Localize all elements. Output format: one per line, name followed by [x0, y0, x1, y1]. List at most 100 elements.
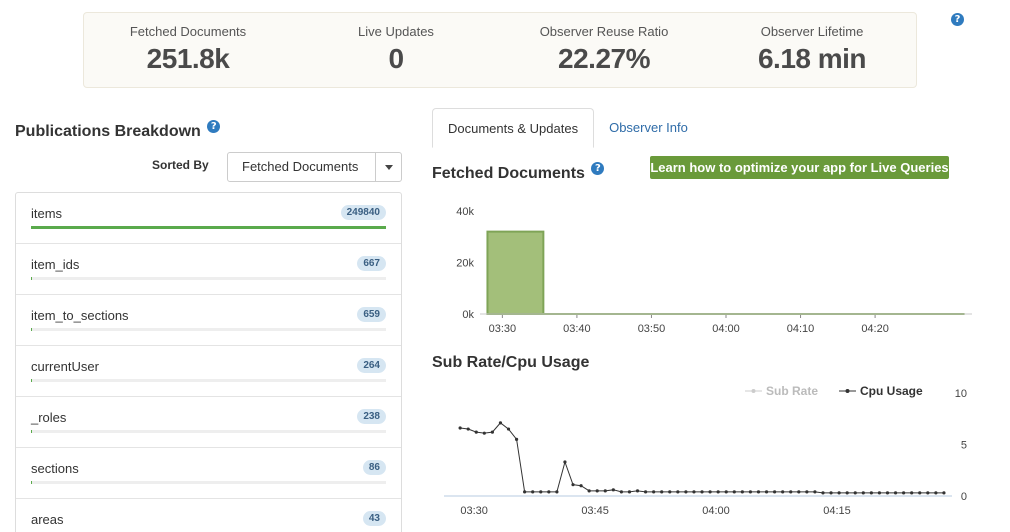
cpu-usage-point — [837, 491, 841, 495]
stat-value: 0 — [388, 43, 404, 74]
y-tick-label: 5 — [961, 440, 967, 452]
cpu-usage-point — [652, 490, 656, 494]
cpu-usage-point — [918, 491, 922, 495]
fetched-documents-title-text: Fetched Documents — [432, 165, 585, 182]
publication-row[interactable]: sections 86 — [16, 448, 401, 499]
stat-label: Observer Lifetime — [760, 24, 864, 39]
publication-name: areas — [31, 512, 64, 527]
sort-select[interactable]: Fetched Documents — [227, 152, 402, 182]
stat-observer-reuse-ratio: Observer Reuse Ratio 22.27% — [500, 13, 708, 87]
stat-label: Live Updates — [358, 24, 434, 39]
stat-observer-lifetime: Observer Lifetime 6.18 min — [708, 13, 916, 87]
cpu-usage-point — [555, 490, 559, 494]
publication-count-badge: 249840 — [340, 205, 386, 220]
publication-row[interactable]: currentUser 264 — [16, 346, 401, 397]
publication-row[interactable]: items 249840 — [16, 193, 401, 244]
cpu-usage-point — [781, 490, 785, 494]
cpu-usage-point — [926, 491, 930, 495]
cpu-usage-point — [482, 431, 486, 435]
cpu-usage-point — [571, 483, 575, 487]
sub-rate-cpu-title: Sub Rate/Cpu Usage — [432, 354, 590, 371]
cpu-usage-point — [869, 491, 873, 495]
x-tick-label: 03:45 — [581, 505, 609, 517]
publication-name: sections — [31, 461, 79, 476]
tab-documents-updates[interactable]: Documents & Updates — [432, 108, 595, 148]
cpu-usage-point — [821, 491, 825, 495]
publication-name: items — [31, 206, 63, 221]
legend-label-cpu-usage: Cpu Usage — [860, 384, 923, 398]
cpu-usage-point — [708, 490, 712, 494]
sort-select-toggle[interactable] — [375, 153, 401, 181]
cpu-usage-point — [579, 484, 583, 488]
cpu-usage-point — [805, 490, 809, 494]
cpu-usage-point — [587, 489, 591, 493]
cpu-usage-point — [716, 490, 720, 494]
publication-count-badge: 659 — [357, 307, 386, 322]
cpu-usage-point — [853, 491, 857, 495]
x-tick-label: 03:40 — [563, 323, 591, 335]
sub-rate-cpu-chart: Sub Rate Cpu Usage 0 5 10 03:30 03:45 04:00 04:1… — [444, 384, 967, 517]
cpu-usage-point — [603, 489, 607, 493]
cpu-usage-point — [684, 490, 688, 494]
publication-count-badge: 86 — [362, 460, 386, 475]
cpu-usage-point — [676, 490, 680, 494]
publication-row[interactable]: areas 43 — [16, 499, 401, 532]
cpu-usage-point — [523, 490, 527, 494]
sort-select-value[interactable]: Fetched Documents — [228, 153, 375, 181]
cpu-usage-point — [611, 488, 615, 492]
cpu-usage-point — [829, 491, 833, 495]
fetched-documents-chart: 0k 20k 40k 03:30 03:40 03:50 04:00 04:10 04:20 — [456, 206, 972, 335]
cpu-usage-point — [531, 490, 535, 494]
publication-count-badge: 43 — [362, 511, 386, 526]
legend-label-sub-rate: Sub Rate — [766, 384, 818, 398]
publication-row[interactable]: item_ids 667 — [16, 244, 401, 295]
publication-name: item_to_sections — [31, 308, 129, 323]
cpu-usage-point — [635, 489, 640, 493]
help-icon[interactable]: ? — [207, 120, 221, 133]
y-tick-label: 0 — [961, 491, 967, 503]
cpu-usage-line — [460, 422, 944, 494]
cpu-usage-point — [756, 490, 761, 494]
cpu-usage-point — [845, 491, 849, 495]
legend-marker-cpu-usage — [845, 389, 850, 393]
cpu-usage-point — [789, 490, 793, 494]
x-tick-label: 04:15 — [823, 505, 851, 517]
publications-title: Publications Breakdown ? — [15, 120, 221, 141]
tab-observer-info[interactable]: Observer Info — [594, 108, 703, 148]
publication-bar-fill — [31, 226, 386, 229]
cpu-usage-point — [539, 490, 543, 494]
cpu-usage-point — [910, 491, 914, 495]
cpu-usage-point — [813, 490, 817, 494]
stat-fetched-documents: Fetched Documents 251.8k — [84, 13, 292, 87]
publication-bar-track — [31, 481, 386, 484]
cpu-usage-point — [732, 490, 736, 494]
cpu-usage-point — [724, 490, 728, 494]
fetched-documents-area — [486, 230, 965, 315]
cpu-usage-point — [861, 491, 865, 495]
stat-value: 6.18 min — [757, 43, 867, 74]
x-tick-label: 04:00 — [712, 323, 740, 335]
publication-row[interactable]: item_to_sections 659 — [16, 295, 401, 346]
x-tick-label: 04:00 — [702, 505, 730, 517]
publication-name: _roles — [31, 410, 67, 425]
publication-row[interactable]: _roles 238 — [16, 397, 401, 448]
publications-title-text: Publications Breakdown — [15, 123, 201, 140]
cpu-usage-point — [514, 437, 519, 441]
help-icon[interactable]: ? — [591, 162, 605, 175]
x-tick-label: 04:20 — [861, 323, 889, 335]
learn-live-queries-button[interactable]: Learn how to optimize your app for Live … — [650, 156, 949, 179]
sorted-by-label: Sorted By — [152, 158, 209, 172]
cpu-usage-point — [934, 491, 938, 495]
cpu-usage-point — [748, 490, 753, 494]
cpu-usage-point — [692, 490, 696, 494]
cpu-usage-point — [498, 421, 503, 425]
cpu-usage-point — [563, 460, 567, 464]
cpu-usage-point — [740, 490, 744, 494]
cpu-usage-point — [643, 490, 648, 494]
publication-bar-track — [31, 328, 386, 331]
cpu-usage-point — [474, 430, 478, 434]
cpu-usage-point — [506, 427, 511, 431]
cpu-usage-point — [893, 491, 898, 495]
cpu-usage-point — [668, 490, 672, 494]
help-icon[interactable]: ? — [951, 13, 964, 26]
